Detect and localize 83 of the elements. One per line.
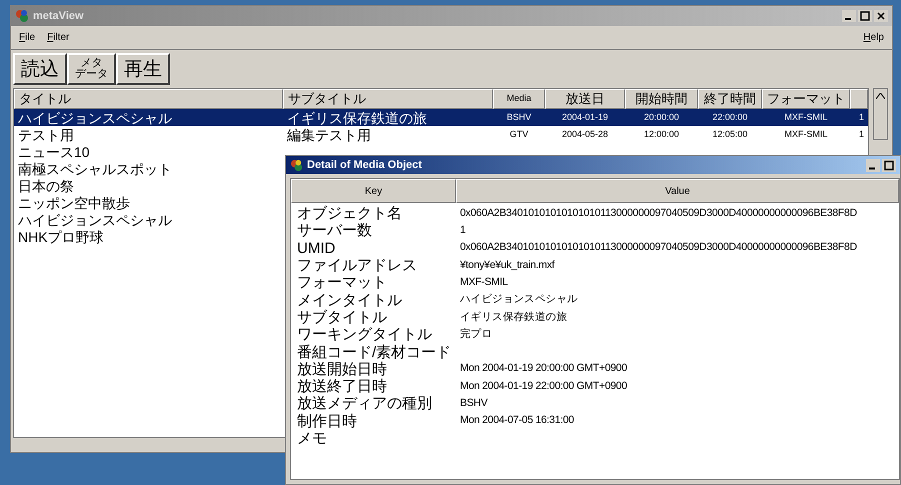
key-cell-text: サブタイトル	[296, 310, 388, 325]
value-cell-text: イギリス保存鉄道の旅	[459, 310, 568, 325]
toolbar-button[interactable]: 再生	[116, 53, 170, 85]
window-title: Detail of Media Object	[307, 158, 422, 173]
table-cell-text: MXF-SMIL	[783, 128, 828, 141]
table-cell-text: ニッポン空中散歩	[17, 196, 131, 210]
table-cell-text: 南極スペシャルスポット	[17, 162, 173, 176]
column-header[interactable]: Key	[291, 179, 456, 203]
maximize-icon[interactable]	[882, 158, 896, 172]
table-cell-text: テスト用	[17, 128, 75, 142]
column-header[interactable]	[850, 89, 868, 109]
column-header[interactable]: Media	[493, 89, 545, 109]
column-header[interactable]: サブタイトル	[283, 89, 493, 109]
table-cell-text: 日本の祭	[17, 178, 75, 192]
key-cell-text: メモ	[296, 431, 328, 446]
table-cell-text: 12:05:00	[711, 128, 749, 141]
column-header[interactable]: Value	[456, 179, 899, 203]
table-row[interactable]: 南極スペシャルスポット	[14, 160, 283, 177]
scroll-up-icon[interactable]	[876, 93, 885, 99]
menu-item[interactable]: File	[19, 30, 36, 45]
table-cell-text: イギリス保存鉄道の旅	[286, 110, 428, 124]
app-icon	[290, 158, 303, 172]
table-cell-text: 20:00:00	[642, 110, 680, 124]
value-cell-text: Mon 2004-01-19 22:00:00 GMT+0900	[459, 378, 628, 394]
key-cell-text: 放送開始日時	[296, 362, 388, 377]
table-cell-text: NHKプロ野球	[17, 230, 105, 244]
column-header[interactable]: 終了時間	[698, 89, 762, 109]
key-cell-text: UMID	[296, 240, 336, 256]
column-header[interactable]: 放送日	[545, 89, 625, 109]
key-cell-text: フォーマット	[296, 275, 388, 290]
column-header[interactable]: フォーマット	[762, 89, 850, 109]
table-cell-text: 編集テスト用	[286, 128, 372, 142]
close-icon[interactable]	[874, 10, 888, 22]
table-cell-text: ニュース10	[17, 144, 91, 158]
table-cell-text: MXF-SMIL	[783, 110, 828, 124]
toolbar-button[interactable]: 読込	[13, 53, 67, 85]
column-header[interactable]: タイトル	[14, 89, 283, 109]
value-cell-text: ¥tony¥e¥uk_train.mxf	[459, 258, 556, 273]
table-row[interactable]: 日本の祭	[14, 177, 283, 194]
table-cell-text: 2004-05-28	[560, 128, 610, 141]
value-cell-text: 0x060A2B34010101010101010113000000097040509D3000D40000000000096BE38F8D	[459, 206, 858, 221]
value-cell-text: Mon 2004-07-05 16:31:00	[459, 413, 575, 428]
table-row[interactable]: ニュース10	[14, 143, 283, 160]
value-cell-text: Mon 2004-01-19 20:00:00 GMT+0900	[459, 361, 628, 376]
value-cell-text: MXF-SMIL	[459, 274, 509, 290]
value-cell-text: 1	[459, 223, 467, 238]
key-cell-text: 番組コード/素材コード	[296, 344, 452, 360]
key-cell-text: オブジェクト名	[296, 206, 403, 222]
value-cell-text: 0x060A2B34010101010101010113000000097040509D3000D40000000000096BE38F8D	[459, 240, 858, 256]
table-cell-text: 1	[858, 110, 865, 124]
value-cell-text: BSHV	[459, 396, 489, 412]
minimize-icon[interactable]	[866, 158, 880, 172]
table-cell-text: GTV	[508, 128, 530, 141]
table-cell-text: ハイビジョンスペシャル	[17, 212, 173, 226]
value-cell-text: 完プロ	[459, 326, 494, 342]
table-cell-text: 2004-01-19	[560, 110, 610, 124]
key-cell-text: 制作日時	[296, 414, 358, 429]
key-cell-text: メインタイトル	[296, 292, 403, 308]
maximize-icon[interactable]	[858, 10, 872, 22]
table-cell-text: ハイビジョンスペシャル	[17, 110, 173, 124]
table-row[interactable]: NHKプロ野球	[14, 228, 283, 245]
table-cell-text: 1	[858, 128, 865, 141]
window-title: metaView	[33, 8, 84, 24]
toolbar-button[interactable]: メタ データ	[67, 53, 116, 85]
table-row[interactable]: テスト用 編集テスト用 GTV 2004-05-28 12:00:00 12:05:00 MXF-SMIL 1	[14, 126, 868, 143]
table-cell-text: 12:00:00	[642, 128, 680, 141]
key-cell-text: ファイルアドレス	[296, 258, 418, 274]
table-cell-text: BSHV	[506, 110, 532, 124]
menu-item[interactable]: Help	[863, 30, 884, 45]
minimize-icon[interactable]	[842, 10, 856, 22]
table-cell-text: 22:00:00	[711, 110, 749, 124]
app-icon	[15, 9, 29, 23]
table-row[interactable]: ハイビジョンスペシャル イギリス保存鉄道の旅 BSHV 2004-01-19 20:00:00 22:00:00 MXF-SMIL 1	[14, 109, 868, 126]
key-cell-text: ワーキングタイトル	[296, 327, 433, 342]
table-row[interactable]: ニッポン空中散歩	[14, 194, 283, 211]
scrollbar[interactable]	[873, 88, 888, 140]
value-cell-text: ハイビジョンスペシャル	[459, 292, 579, 308]
key-cell-text: 放送メディアの種別	[296, 396, 433, 412]
key-cell-text: 放送終了日時	[296, 379, 388, 394]
table-row[interactable]: ハイビジョンスペシャル	[14, 211, 283, 228]
column-header[interactable]: 開始時間	[625, 89, 698, 109]
menu-item[interactable]: Filter	[47, 30, 70, 45]
key-cell-text: サーバー数	[296, 223, 373, 238]
